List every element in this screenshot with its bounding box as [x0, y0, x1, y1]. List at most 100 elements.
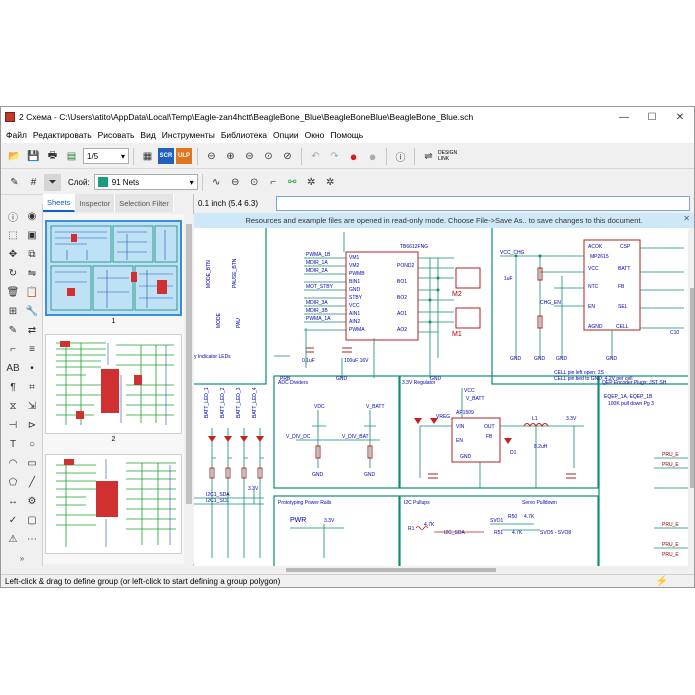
- frame-icon[interactable]: ▢: [24, 512, 40, 528]
- value-icon[interactable]: ¶: [5, 379, 21, 395]
- rotate-icon[interactable]: ↻: [5, 265, 21, 281]
- filter-icon[interactable]: ⏷: [44, 173, 61, 191]
- replace-icon[interactable]: ⇄: [24, 322, 40, 338]
- sch-icon[interactable]: SCR: [158, 148, 174, 164]
- menu-draw[interactable]: Рисовать: [95, 130, 138, 140]
- route-icon[interactable]: ⌐: [265, 174, 282, 191]
- dim-icon[interactable]: ↔: [5, 493, 21, 509]
- sheet-select[interactable]: 1/5 ▾: [83, 148, 129, 164]
- maximize-button[interactable]: ☐: [638, 107, 666, 127]
- menu-file[interactable]: Файл: [3, 130, 30, 140]
- menu-view[interactable]: Вид: [137, 130, 158, 140]
- rect-icon[interactable]: ▭: [24, 455, 40, 471]
- gate-icon[interactable]: ⊳: [24, 417, 40, 433]
- board-icon[interactable]: ▦: [139, 148, 156, 165]
- label-icon[interactable]: AB: [5, 360, 21, 376]
- sheet-thumbnail-1[interactable]: [45, 220, 182, 316]
- zoom-out-icon[interactable]: ⊖: [241, 148, 258, 165]
- print-icon[interactable]: 🖶: [44, 148, 61, 165]
- minimize-button[interactable]: —: [610, 107, 638, 127]
- close-icon[interactable]: ✕: [683, 214, 690, 223]
- pencil-icon[interactable]: ✎: [6, 174, 23, 191]
- zoom-fit-icon[interactable]: ⊖: [203, 148, 220, 165]
- scrollbar-thumb[interactable]: [690, 288, 694, 488]
- select-icon[interactable]: ⬚: [5, 227, 21, 243]
- net-icon[interactable]: ⌐: [5, 341, 21, 357]
- polygon-icon[interactable]: ⬠: [5, 474, 21, 490]
- close-button[interactable]: ✕: [666, 107, 694, 127]
- tab-selection-filter[interactable]: Selection Filter: [115, 194, 174, 212]
- copy-icon[interactable]: ⧉: [24, 246, 40, 262]
- group-icon[interactable]: ▣: [24, 227, 40, 243]
- zoom-net-icon[interactable]: ⊖: [227, 174, 244, 191]
- pin-icon[interactable]: ⊣: [5, 417, 21, 433]
- zoom-select-icon[interactable]: ⊙: [260, 148, 277, 165]
- redo-icon[interactable]: ↷: [326, 148, 343, 165]
- design-link-label[interactable]: DESIGN LINK: [438, 150, 460, 162]
- tab-inspector[interactable]: Inspector: [75, 194, 116, 212]
- stop-icon[interactable]: ●: [345, 148, 362, 165]
- svg-text:FB: FB: [618, 284, 625, 290]
- cam-icon[interactable]: ▤: [63, 148, 80, 165]
- error-icon[interactable]: ⚠: [5, 531, 21, 547]
- sheet-thumbnail-3[interactable]: [45, 454, 182, 554]
- scrollbar-thumb[interactable]: [286, 568, 496, 572]
- gear-icon[interactable]: ✲: [303, 174, 320, 191]
- chevron-down-icon: ▾: [120, 151, 125, 161]
- arc-icon[interactable]: ◠: [5, 455, 21, 471]
- net-icon[interactable]: ⚯: [284, 174, 301, 191]
- info-icon[interactable]: ⓘ: [5, 208, 21, 224]
- schematic-canvas[interactable]: PWMA_1B MDIR_1A MDIR_2A MOT_STBY MDIR_3A MDI…: [194, 228, 688, 566]
- erc-icon[interactable]: ✓: [5, 512, 21, 528]
- eye-icon[interactable]: ◉: [24, 208, 40, 224]
- svg-text:VREG: VREG: [436, 414, 450, 420]
- svg-text:PWMA_1B: PWMA_1B: [306, 252, 331, 258]
- line-icon[interactable]: ╱: [24, 474, 40, 490]
- attr-icon[interactable]: ⚙: [24, 493, 40, 509]
- menu-help[interactable]: Помощь: [327, 130, 366, 140]
- tab-sheets[interactable]: Sheets: [43, 194, 76, 212]
- help-icon[interactable]: ⓘ: [392, 148, 409, 165]
- more-icon[interactable]: ⋯: [24, 531, 40, 547]
- gear-icon[interactable]: ✲: [322, 174, 339, 191]
- bus-icon[interactable]: ≡: [24, 341, 40, 357]
- scrollbar-thumb[interactable]: [186, 224, 192, 504]
- zoom-area-icon[interactable]: ⊘: [279, 148, 296, 165]
- command-line-input[interactable]: [276, 195, 690, 211]
- delete-icon[interactable]: 🗑: [5, 284, 21, 300]
- menu-library[interactable]: Библиотека: [218, 130, 270, 140]
- go-icon[interactable]: ●: [364, 148, 381, 165]
- design-link-icon[interactable]: ⇌: [420, 148, 437, 165]
- canvas-vertical-scrollbar[interactable]: [688, 228, 694, 566]
- sheet-thumbnail-2[interactable]: [45, 334, 182, 434]
- paste-icon[interactable]: 📋: [24, 284, 40, 300]
- circle-icon[interactable]: ○: [24, 436, 40, 452]
- layer-select[interactable]: 91 Nets ▾: [93, 174, 198, 190]
- side-panel-scrollbar[interactable]: [184, 214, 194, 564]
- menu-edit[interactable]: Редактировать: [30, 130, 95, 140]
- open-icon[interactable]: 📂: [6, 148, 23, 165]
- invoke-icon[interactable]: ⇲: [24, 398, 40, 414]
- junction-icon[interactable]: •: [24, 360, 40, 376]
- wire-style-icon[interactable]: ∿: [208, 174, 225, 191]
- show-icon[interactable]: ⊙: [246, 174, 263, 191]
- menu-window[interactable]: Окно: [302, 130, 328, 140]
- expand-toolbar-icon[interactable]: »: [1, 554, 43, 566]
- zoom-in-icon[interactable]: ⊕: [222, 148, 239, 165]
- add-icon[interactable]: ⊞: [5, 303, 21, 319]
- move-icon[interactable]: ✥: [5, 246, 21, 262]
- canvas-horizontal-scrollbar[interactable]: [194, 566, 694, 574]
- mirror-icon[interactable]: ⇋: [24, 265, 40, 281]
- wrench-icon[interactable]: 🔧: [24, 303, 40, 319]
- save-icon[interactable]: 💾: [25, 148, 42, 165]
- undo-icon[interactable]: ↶: [307, 148, 324, 165]
- menu-options[interactable]: Опции: [270, 130, 302, 140]
- split-icon[interactable]: ⧖: [5, 398, 21, 414]
- lightning-icon[interactable]: ⚡: [656, 576, 668, 587]
- ulp-icon[interactable]: ULP: [176, 148, 192, 164]
- menu-tools[interactable]: Инструменты: [159, 130, 218, 140]
- grid-icon[interactable]: #: [25, 174, 42, 191]
- mark-icon[interactable]: ✎: [5, 322, 21, 338]
- name-icon[interactable]: ⌗: [24, 379, 40, 395]
- text-icon[interactable]: T: [5, 436, 21, 452]
